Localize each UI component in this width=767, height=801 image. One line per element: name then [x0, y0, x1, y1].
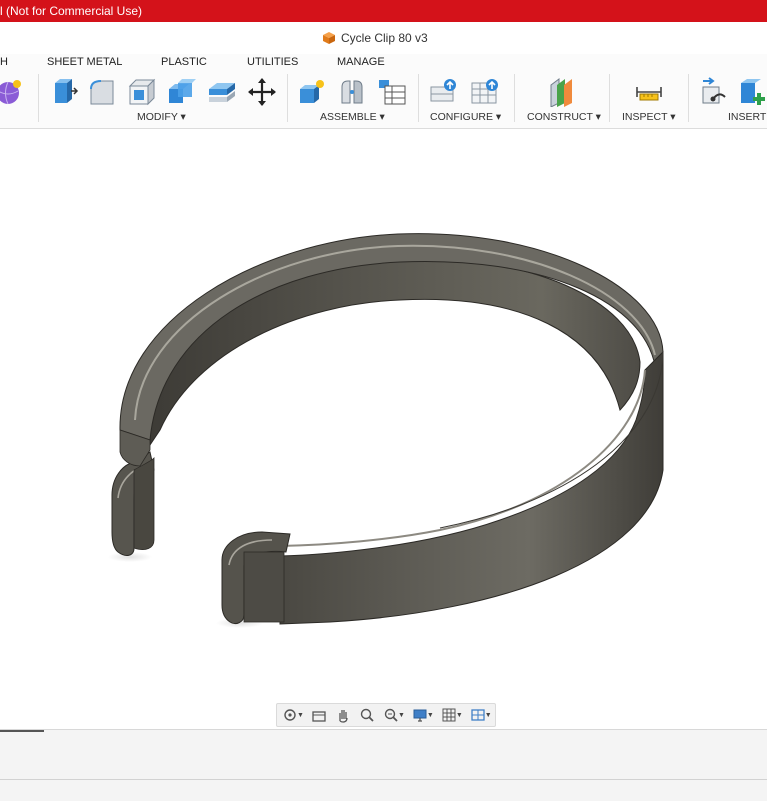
- look-at-icon[interactable]: [308, 706, 330, 724]
- document-tab-bar: Cycle Clip 80 v3: [0, 22, 767, 55]
- chevron-down-icon[interactable]: ▼: [456, 712, 463, 719]
- measure-icon: [636, 87, 662, 101]
- shell-icon: [128, 78, 156, 106]
- orange-cube-icon: [323, 32, 335, 44]
- separator: [609, 74, 610, 122]
- fillet-tool[interactable]: [86, 76, 118, 108]
- offset-face-icon: [209, 83, 235, 102]
- move-icon: [248, 78, 276, 106]
- configure-insert-icon: [430, 79, 456, 102]
- joint-tool[interactable]: [336, 76, 368, 108]
- separator: [38, 74, 39, 122]
- timeline-panel: [0, 729, 767, 801]
- divider: [0, 779, 767, 780]
- toolbar-ribbon: H SHEET METAL PLASTIC UTILITIES MANAGE M…: [0, 54, 767, 129]
- tab-sheet-metal[interactable]: SHEET METAL: [47, 56, 122, 68]
- inspect-menu[interactable]: INSPECT ▾: [622, 111, 676, 123]
- measure-tool[interactable]: [633, 76, 665, 108]
- insert-menu[interactable]: INSERT: [728, 111, 766, 123]
- press-pull-icon: [55, 79, 79, 103]
- canvas-viewport[interactable]: ▼ ▼ ▼ ▼ ▼: [0, 129, 767, 729]
- sphere-icon: [0, 80, 21, 105]
- zoom-icon[interactable]: [356, 706, 378, 724]
- table-icon: [379, 80, 406, 105]
- configure-table-icon: [471, 79, 498, 104]
- separator: [688, 74, 689, 122]
- configure-menu[interactable]: CONFIGURE ▾: [430, 111, 501, 123]
- offset-plane-tool[interactable]: [546, 76, 578, 108]
- combine-tool[interactable]: [165, 76, 197, 108]
- window-title: l (Not for Commercial Use): [0, 4, 143, 18]
- separator: [514, 74, 515, 122]
- modify-menu[interactable]: MODIFY ▾: [137, 111, 186, 123]
- model-cycle-clip[interactable]: [0, 129, 767, 729]
- new-component-icon: [300, 80, 324, 103]
- separator: [287, 74, 288, 122]
- chevron-down-icon[interactable]: ▼: [297, 712, 304, 719]
- chevron-down-icon[interactable]: ▼: [398, 712, 405, 719]
- sphere-tool[interactable]: [0, 76, 26, 108]
- offset-face-tool[interactable]: [206, 76, 238, 108]
- offset-plane-icon: [550, 78, 572, 107]
- fillet-icon: [90, 80, 114, 105]
- move-tool[interactable]: [246, 76, 278, 108]
- insert-mesh-icon: [741, 79, 765, 105]
- tab-plastic[interactable]: PLASTIC: [161, 56, 207, 68]
- separator: [418, 74, 419, 122]
- navigation-bar: ▼ ▼ ▼ ▼ ▼: [276, 703, 496, 727]
- combine-icon: [169, 79, 196, 103]
- table-tool[interactable]: [376, 76, 408, 108]
- assemble-menu[interactable]: ASSEMBLE ▾: [320, 111, 385, 123]
- document-name[interactable]: Cycle Clip 80 v3: [341, 31, 428, 45]
- timeline-marker: [0, 730, 44, 732]
- chevron-down-icon[interactable]: ▼: [485, 712, 492, 719]
- insert-derive-icon: [702, 77, 726, 104]
- tab-manage[interactable]: MANAGE: [337, 56, 385, 68]
- insert-mesh-tool[interactable]: [738, 76, 767, 108]
- configure-table-tool[interactable]: [469, 76, 501, 108]
- title-bar: l (Not for Commercial Use): [0, 0, 767, 22]
- construct-menu[interactable]: CONSTRUCT ▾: [527, 111, 601, 123]
- tab-utilities[interactable]: UTILITIES: [247, 56, 298, 68]
- pan-icon[interactable]: [332, 706, 354, 724]
- joint-icon: [341, 80, 363, 104]
- insert-derive-tool[interactable]: [698, 76, 730, 108]
- new-component-tool[interactable]: [296, 76, 328, 108]
- press-pull-tool[interactable]: [48, 76, 80, 108]
- chevron-down-icon[interactable]: ▼: [427, 712, 434, 719]
- shell-tool[interactable]: [126, 76, 158, 108]
- tab-sketch[interactable]: H: [0, 56, 8, 68]
- configure-insert-tool[interactable]: [428, 76, 460, 108]
